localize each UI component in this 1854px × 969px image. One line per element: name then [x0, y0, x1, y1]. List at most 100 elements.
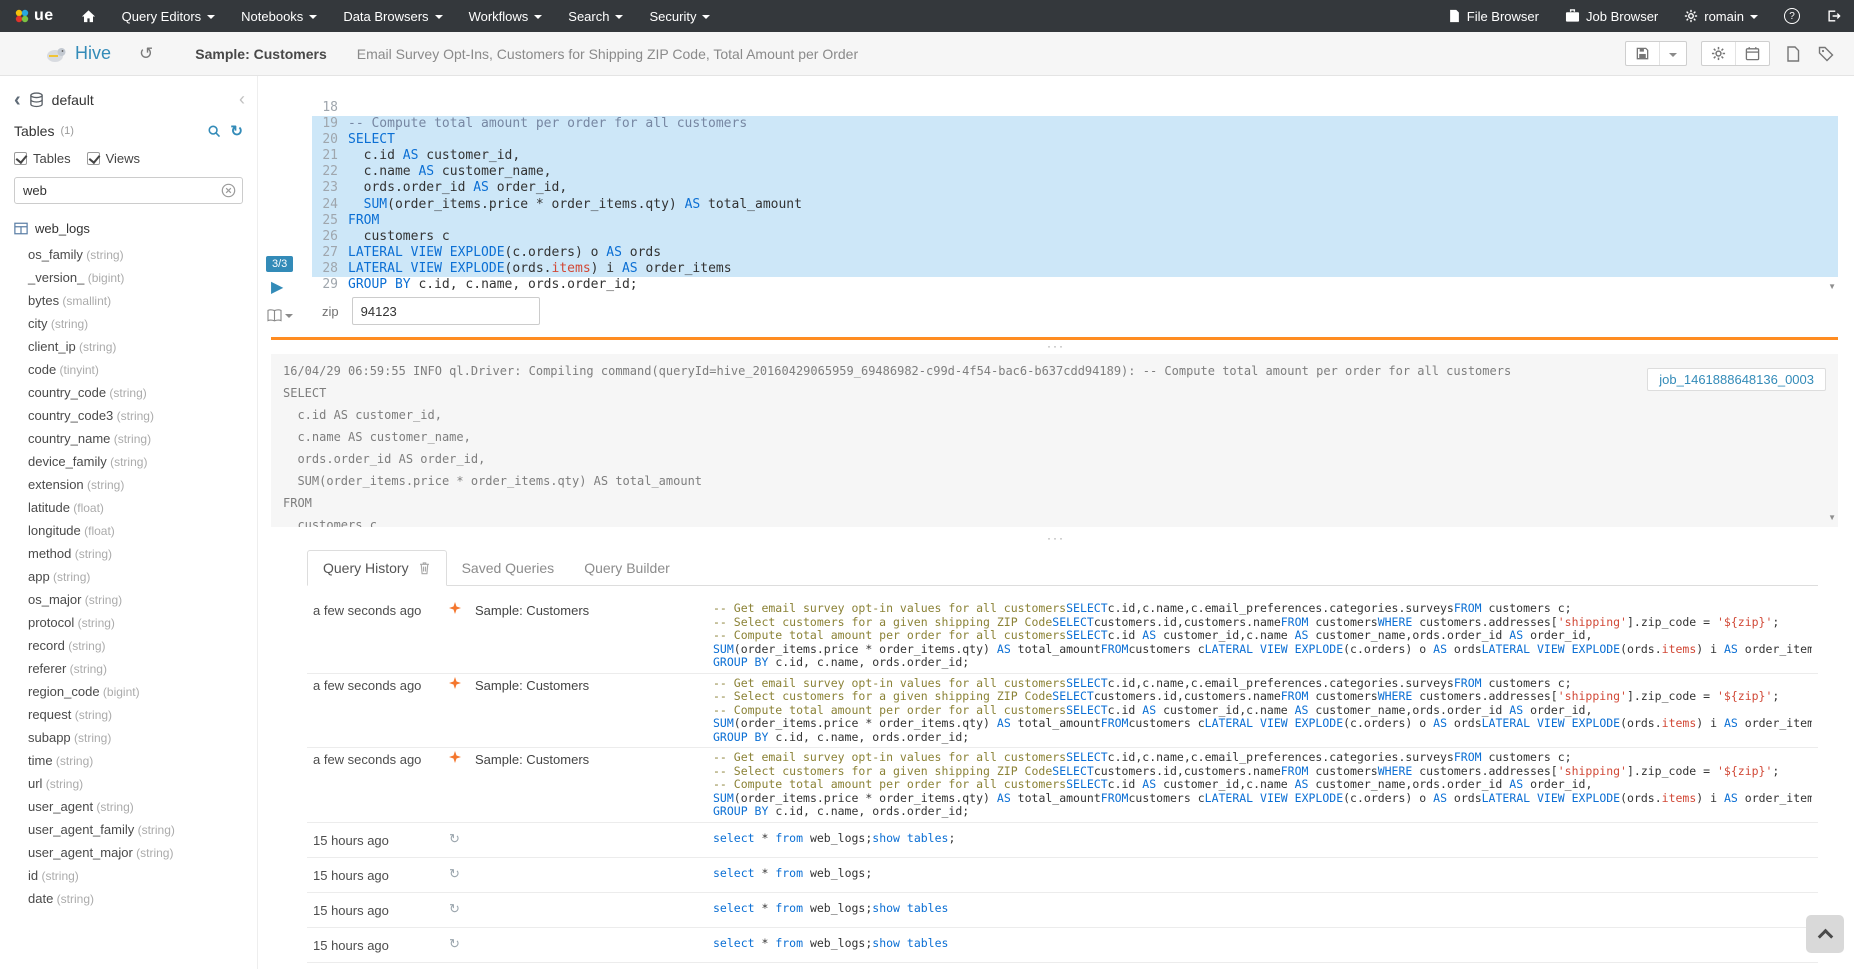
editor-line[interactable]: 27LATERAL VIEW EXPLODE(c.orders) o AS or…: [312, 245, 1838, 261]
column-item[interactable]: latitude (float): [28, 496, 257, 519]
save-dropdown-button[interactable]: [1659, 42, 1686, 65]
log-resize-handle[interactable]: ···: [258, 342, 1854, 351]
editor-line[interactable]: 19-- Compute total amount per order for …: [312, 116, 1838, 132]
column-item[interactable]: country_code (string): [28, 381, 257, 404]
history-row[interactable]: 15 hours ago↻select * from web_logs;show…: [307, 963, 1818, 969]
column-item[interactable]: longitude (float): [28, 519, 257, 542]
sql-editor[interactable]: 1819-- Compute total amount per order fo…: [312, 100, 1838, 296]
column-item[interactable]: city (string): [28, 312, 257, 335]
editor-line[interactable]: 29GROUP BY c.id, c.name, ords.order_id;: [312, 277, 1838, 293]
job-link[interactable]: job_1461888648136_0003: [1647, 368, 1826, 391]
collapse-assist-icon[interactable]: ‹: [239, 89, 245, 110]
search-icon[interactable]: [207, 124, 221, 138]
column-item[interactable]: os_family (string): [28, 243, 257, 266]
variable-zip-input[interactable]: [352, 297, 540, 325]
column-type: (float): [70, 501, 104, 515]
nav-file-browser[interactable]: File Browser: [1435, 0, 1552, 32]
save-button[interactable]: [1626, 42, 1659, 65]
nav-search[interactable]: Search: [555, 0, 636, 32]
column-item[interactable]: user_agent (string): [28, 795, 257, 818]
hue-logo[interactable]: ue: [0, 0, 68, 32]
column-item[interactable]: url (string): [28, 772, 257, 795]
editor-line[interactable]: 22 c.name AS customer_name,: [312, 164, 1838, 180]
column-item[interactable]: protocol (string): [28, 611, 257, 634]
tab-query-history[interactable]: Query History: [307, 550, 447, 586]
functions-panel-toggle[interactable]: [267, 309, 293, 322]
nav-workflows[interactable]: Workflows: [456, 0, 556, 32]
execute-button[interactable]: ▶: [271, 280, 283, 296]
column-item[interactable]: id (string): [28, 864, 257, 887]
column-item[interactable]: client_ip (string): [28, 335, 257, 358]
editor-line[interactable]: 23 ords.order_id AS order_id,: [312, 180, 1838, 196]
editor-line[interactable]: 25FROM: [312, 213, 1838, 229]
column-item[interactable]: country_name (string): [28, 427, 257, 450]
views-filter[interactable]: Views: [87, 151, 140, 166]
home-button[interactable]: [68, 0, 109, 32]
column-item[interactable]: extension (string): [28, 473, 257, 496]
column-item[interactable]: subapp (string): [28, 726, 257, 749]
column-item[interactable]: bytes (smallint): [28, 289, 257, 312]
table-item-web-logs[interactable]: web_logs: [0, 210, 257, 241]
nav-data-browsers[interactable]: Data Browsers: [330, 0, 455, 32]
line-number: 28: [312, 261, 348, 277]
editor-line[interactable]: 18: [312, 100, 1838, 116]
column-item[interactable]: method (string): [28, 542, 257, 565]
back-icon[interactable]: ‹: [14, 92, 21, 108]
help-button[interactable]: ?: [1771, 0, 1813, 32]
history-row[interactable]: 15 hours ago↻select * from web_logs;show…: [307, 893, 1818, 928]
nav-job-browser[interactable]: Job Browser: [1552, 0, 1671, 32]
nav-query-editors[interactable]: Query Editors: [109, 0, 228, 32]
results-resize-handle[interactable]: ···: [258, 534, 1854, 543]
database-name[interactable]: default: [52, 92, 94, 108]
editor-line[interactable]: 20SELECT: [312, 132, 1838, 148]
history-row[interactable]: 15 hours ago↻select * from web_logs;show…: [307, 928, 1818, 963]
column-item[interactable]: time (string): [28, 749, 257, 772]
column-item[interactable]: code (tinyint): [28, 358, 257, 381]
nav-user-menu[interactable]: romain: [1671, 0, 1771, 32]
history-row[interactable]: 15 hours ago↻select * from web_logs;show…: [307, 823, 1818, 858]
tab-saved-queries[interactable]: Saved Queries: [447, 551, 570, 585]
history-row[interactable]: 15 hours ago↻select * from web_logs;: [307, 858, 1818, 893]
hive-app-link[interactable]: Hive: [75, 43, 111, 64]
column-item[interactable]: request (string): [28, 703, 257, 726]
editor-line[interactable]: 28LATERAL VIEW EXPLODE(ords.items) i AS …: [312, 261, 1838, 277]
schedule-button[interactable]: [1735, 42, 1769, 65]
editor-line[interactable]: 21 c.id AS customer_id,: [312, 148, 1838, 164]
logout-button[interactable]: [1813, 0, 1854, 32]
settings-button[interactable]: [1702, 42, 1735, 65]
column-item[interactable]: record (string): [28, 634, 257, 657]
recent-queries-icon[interactable]: ↺: [139, 44, 153, 64]
nav-security[interactable]: Security: [636, 0, 723, 32]
column-item[interactable]: app (string): [28, 565, 257, 588]
nav-notebooks[interactable]: Notebooks: [228, 0, 330, 32]
history-sql: -- Get email survey opt-in values for al…: [713, 751, 1812, 819]
column-item[interactable]: _version_ (bigint): [28, 266, 257, 289]
views-checkbox[interactable]: [87, 152, 100, 165]
column-item[interactable]: os_major (string): [28, 588, 257, 611]
column-item[interactable]: country_code3 (string): [28, 404, 257, 427]
refresh-icon[interactable]: ↻: [230, 122, 243, 140]
table-search-input[interactable]: [14, 177, 243, 204]
column-item[interactable]: date (string): [28, 887, 257, 910]
menu-label: Security: [649, 9, 696, 24]
tags-button[interactable]: [1816, 44, 1836, 64]
tables-checkbox[interactable]: [14, 152, 27, 165]
tab-query-builder[interactable]: Query Builder: [569, 551, 685, 585]
clear-search-icon[interactable]: [221, 183, 236, 198]
scroll-top-button[interactable]: [1806, 915, 1844, 953]
column-item[interactable]: region_code (bigint): [28, 680, 257, 703]
history-row[interactable]: a few seconds agoSample: Customers-- Get…: [307, 748, 1818, 823]
editor-line[interactable]: 24 SUM(order_items.price * order_items.q…: [312, 197, 1838, 213]
history-row[interactable]: a few seconds agoSample: Customers-- Get…: [307, 599, 1818, 674]
tables-filter[interactable]: Tables: [14, 151, 71, 166]
editor-scroll-down-icon[interactable]: ▼: [1828, 282, 1836, 291]
log-scroll-down-icon[interactable]: ▼: [1828, 513, 1836, 522]
history-row[interactable]: a few seconds agoSample: Customers-- Get…: [307, 674, 1818, 749]
clear-history-icon[interactable]: [418, 561, 431, 575]
new-document-button[interactable]: [1784, 44, 1802, 64]
column-item[interactable]: referer (string): [28, 657, 257, 680]
column-item[interactable]: device_family (string): [28, 450, 257, 473]
editor-line[interactable]: 26 customers c: [312, 229, 1838, 245]
column-item[interactable]: user_agent_major (string): [28, 841, 257, 864]
column-item[interactable]: user_agent_family (string): [28, 818, 257, 841]
